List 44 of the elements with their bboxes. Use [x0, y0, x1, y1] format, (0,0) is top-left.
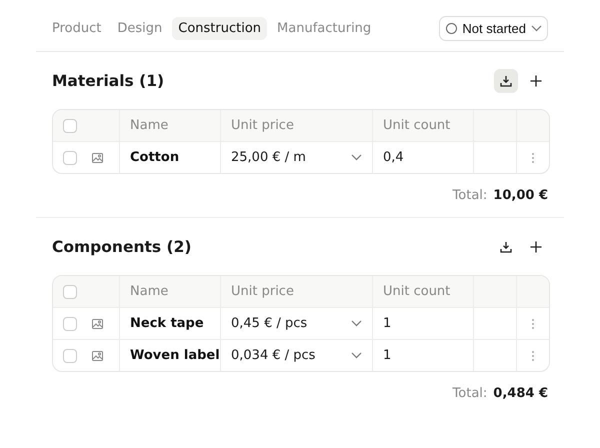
table-cell: 0,4 [372, 141, 473, 173]
tab[interactable]: Manufacturing [271, 17, 378, 40]
tab[interactable]: Design [111, 17, 168, 40]
image-icon [92, 318, 103, 328]
column-header: Name [119, 110, 220, 141]
table-cell: 1 [372, 339, 473, 371]
price-select[interactable]: 25,00 € / m [220, 141, 372, 173]
total-value: 10,00 € [493, 188, 548, 203]
checkbox[interactable] [63, 348, 77, 362]
checkbox[interactable] [63, 150, 77, 164]
image-icon [92, 350, 103, 360]
column-header: Unit price [220, 110, 372, 141]
download-icon [500, 75, 512, 87]
chevron-icon [531, 25, 542, 32]
total-label: Total: [452, 386, 488, 401]
column-header: Unit price [220, 276, 372, 307]
section-title: Components (2) [52, 238, 192, 256]
table-cell: 1 [372, 307, 473, 339]
table-cell: Woven label [119, 339, 220, 371]
status-dropdown[interactable]: Not started [439, 16, 548, 41]
checkbox[interactable] [63, 118, 77, 132]
price-select[interactable]: 0,034 € / pcs [220, 339, 372, 371]
tab[interactable]: Construction [172, 17, 268, 40]
tab[interactable]: Product [46, 17, 108, 40]
image-icon [92, 152, 103, 162]
circle-icon [446, 23, 458, 34]
table-cell: Cotton [119, 141, 220, 173]
price-select[interactable]: 0,45 € / pcs [220, 307, 372, 339]
plus-icon [530, 75, 542, 87]
total-value: 0,484 € [493, 386, 548, 401]
chevron-icon [351, 154, 362, 161]
download-button[interactable] [494, 69, 518, 93]
plus-icon [530, 241, 542, 253]
total-label: Total: [452, 188, 488, 203]
download-icon [500, 241, 512, 253]
section-title: Materials (1) [52, 72, 166, 90]
chevron-icon [351, 320, 362, 327]
column-header: Name [119, 276, 220, 307]
column-header: Unit count [372, 110, 473, 141]
checkbox[interactable] [63, 316, 77, 330]
column-header: Unit count [372, 276, 473, 307]
table-cell: Neck tape [119, 307, 220, 339]
chevron-icon [351, 352, 362, 359]
checkbox[interactable] [63, 284, 77, 298]
